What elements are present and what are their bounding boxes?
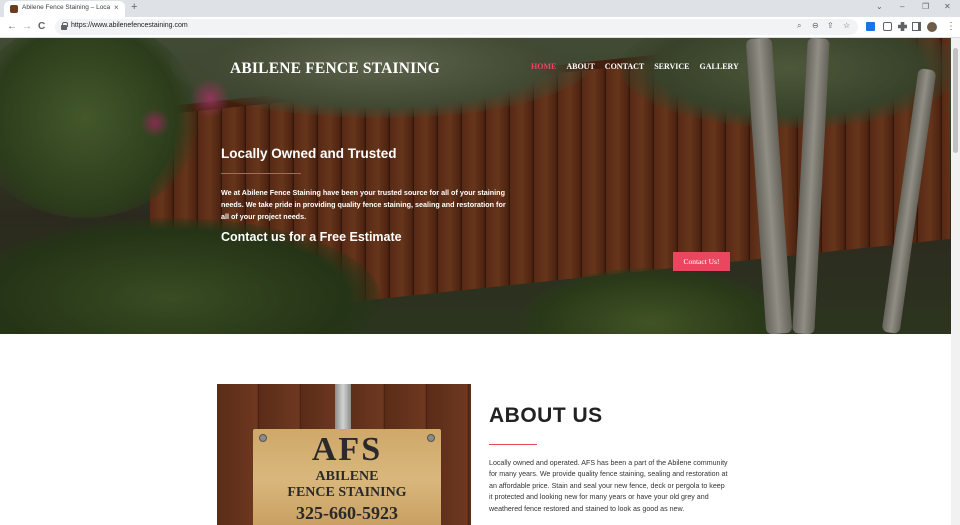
browser-tab-strip: Abilene Fence Staining – Locally Owned a… xyxy=(0,0,960,17)
contact-us-button[interactable]: Contact Us! xyxy=(673,252,730,271)
tab-search-icon[interactable]: ⌄ xyxy=(876,2,883,11)
extension-tray-icon[interactable] xyxy=(883,22,892,31)
about-divider xyxy=(489,444,537,445)
sign-logo-text: AFS xyxy=(311,431,383,468)
tab-close-icon[interactable]: × xyxy=(114,3,119,12)
bookmark-star-icon[interactable]: ☆ xyxy=(843,21,850,30)
nav-gallery-link[interactable]: GALLERY xyxy=(700,62,739,71)
restore-button[interactable]: ❐ xyxy=(922,2,929,11)
hero-heading: Locally Owned and Trusted xyxy=(221,146,397,161)
puzzle-extensions-icon[interactable] xyxy=(898,22,907,31)
site-nav: HOME ABOUT CONTACT SERVICE GALLERY xyxy=(531,62,739,71)
hero-description: We at Abilene Fence Staining have been y… xyxy=(221,188,506,221)
lock-icon[interactable] xyxy=(61,22,68,30)
sign-phone-text: 325-660-5923 xyxy=(296,503,398,523)
nav-about-link[interactable]: ABOUT xyxy=(566,62,594,71)
browser-toolbar: ← → C https://www.abilenefencestaining.c… xyxy=(0,17,960,38)
profile-avatar[interactable] xyxy=(927,22,937,32)
nav-contact-link[interactable]: CONTACT xyxy=(605,62,644,71)
zoom-icon[interactable]: ⊖ xyxy=(812,21,819,30)
site-favicon-icon xyxy=(10,5,18,13)
url-text[interactable]: https://www.abilenefencestaining.com xyxy=(71,22,188,29)
about-sign-photo: AFS ABILENE FENCE STAINING 325-660-5923 xyxy=(217,384,471,525)
site-title[interactable]: ABILENE FENCE STAINING xyxy=(230,60,440,78)
browser-menu-icon[interactable]: ⋮ xyxy=(946,21,956,33)
new-tab-button[interactable]: + xyxy=(131,1,137,13)
about-description: Locally owned and operated. AFS has been… xyxy=(489,459,728,513)
share-icon[interactable]: ⇪ xyxy=(827,21,834,30)
sign-fence-staining-text: FENCE STAINING xyxy=(287,485,407,500)
business-sign: AFS ABILENE FENCE STAINING 325-660-5923 xyxy=(253,429,441,525)
nav-service-link[interactable]: SERVICE xyxy=(654,62,689,71)
hero-overlay xyxy=(0,38,951,334)
side-panel-icon[interactable] xyxy=(912,22,921,31)
sign-abilene-text: ABILENE xyxy=(315,469,379,484)
hero-divider xyxy=(221,173,301,174)
extension-icon[interactable] xyxy=(866,22,875,31)
close-window-button[interactable]: ✕ xyxy=(944,2,951,11)
hero-section: ABILENE FENCE STAINING HOME ABOUT CONTAC… xyxy=(0,38,951,334)
page-scrollbar[interactable] xyxy=(951,38,960,525)
address-bar[interactable]: https://www.abilenefencestaining.com ⌕ ⊖… xyxy=(55,19,858,35)
nav-home-link[interactable]: HOME xyxy=(531,62,556,71)
tab-title: Abilene Fence Staining – Locally Owned a… xyxy=(22,4,110,11)
minimize-button[interactable]: – xyxy=(900,2,904,11)
reload-button[interactable]: C xyxy=(38,21,45,33)
scrollbar-thumb[interactable] xyxy=(953,48,958,153)
about-heading: ABOUT US xyxy=(489,404,603,427)
search-icon[interactable]: ⌕ xyxy=(797,21,801,31)
browser-tab[interactable]: Abilene Fence Staining – Locally Owned a… xyxy=(4,1,125,17)
forward-button[interactable]: → xyxy=(22,21,32,33)
back-button[interactable]: ← xyxy=(7,21,17,33)
hero-cta-heading: Contact us for a Free Estimate xyxy=(221,230,402,244)
page-viewport: ABILENE FENCE STAINING HOME ABOUT CONTAC… xyxy=(0,38,960,525)
